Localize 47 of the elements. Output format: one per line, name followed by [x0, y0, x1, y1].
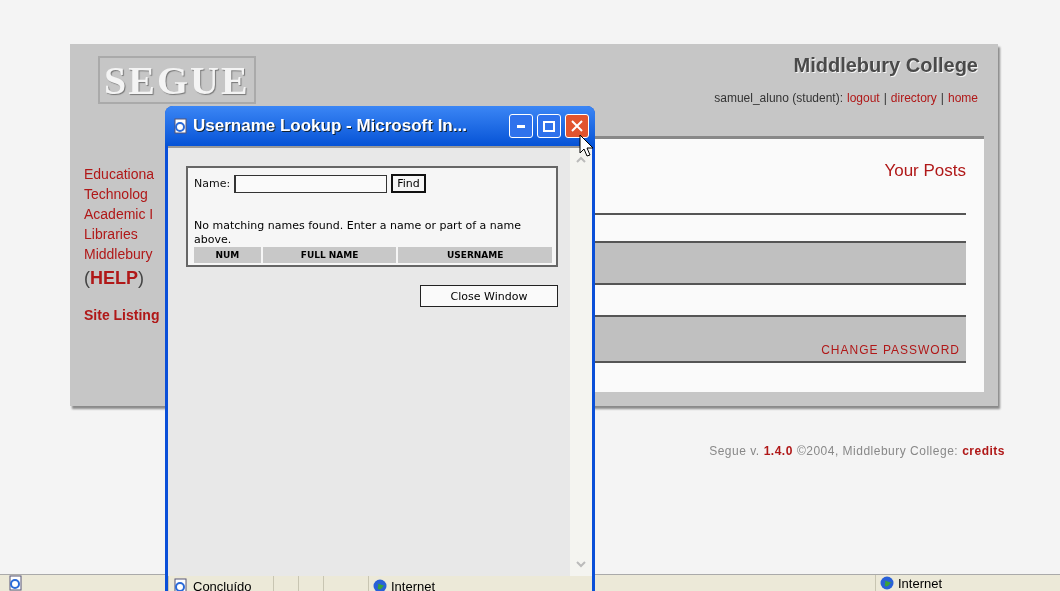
minimize-icon — [517, 124, 525, 128]
column-header: USERNAME — [398, 247, 552, 263]
close-button[interactable] — [565, 114, 589, 138]
window-title: Username Lookup - Microsoft In... — [193, 116, 468, 136]
status-text: Concluído — [193, 578, 252, 591]
site-logo: SEGUE — [98, 56, 256, 104]
close-window-button[interactable]: Close Window — [420, 285, 558, 307]
paren: ) — [138, 268, 144, 289]
site-listing-link[interactable]: Site Listing — [84, 307, 165, 323]
footer-text: Segue v. — [709, 444, 760, 458]
header-link[interactable]: home — [947, 91, 978, 105]
column-header: NUM — [194, 247, 261, 263]
zone-text: Internet — [898, 575, 943, 591]
zone-text: Internet — [391, 578, 436, 591]
result-message: No matching names found. Enter a name or part of a name above. — [194, 219, 522, 247]
close-icon — [571, 120, 583, 132]
globe-icon — [880, 576, 894, 590]
paren: ( — [84, 268, 90, 289]
sidebar-link[interactable]: Libraries — [84, 224, 165, 244]
sidebar-link[interactable]: Middlebury — [84, 244, 165, 264]
maximize-button[interactable] — [537, 114, 561, 138]
header-link[interactable]: directory — [890, 91, 937, 105]
sidebar-link[interactable]: Academic I — [84, 204, 165, 224]
page-icon — [173, 578, 189, 591]
sidebar-link[interactable]: Educationa — [84, 164, 165, 184]
site-title: Middlebury College — [793, 54, 978, 77]
page-icon — [173, 118, 189, 134]
your-posts-link[interactable]: Your Posts — [884, 161, 966, 181]
credits-link[interactable]: credits — [962, 444, 1005, 458]
page-icon — [8, 575, 24, 591]
header-link[interactable]: logout — [847, 91, 880, 105]
footer-text: ©2004, Middlebury College: — [796, 444, 959, 458]
help-link[interactable]: HELP — [90, 268, 138, 289]
column-header: FULL NAME — [262, 247, 397, 263]
user-label: samuel_aluno (student): — [714, 91, 843, 105]
minimize-button[interactable] — [509, 114, 533, 138]
change-password-link[interactable]: CHANGE PASSWORD — [821, 343, 960, 357]
scrollbar[interactable] — [570, 148, 592, 576]
version-link[interactable]: 1.4.0 — [763, 444, 793, 458]
maximize-icon — [543, 120, 555, 132]
sidebar-link[interactable]: Technolog — [84, 184, 165, 204]
find-button[interactable]: Find — [391, 174, 426, 193]
name-input[interactable] — [234, 174, 388, 193]
name-label: Name: — [194, 177, 231, 190]
link-separator: | — [883, 91, 887, 105]
globe-icon — [373, 579, 387, 591]
link-separator: | — [940, 91, 944, 105]
